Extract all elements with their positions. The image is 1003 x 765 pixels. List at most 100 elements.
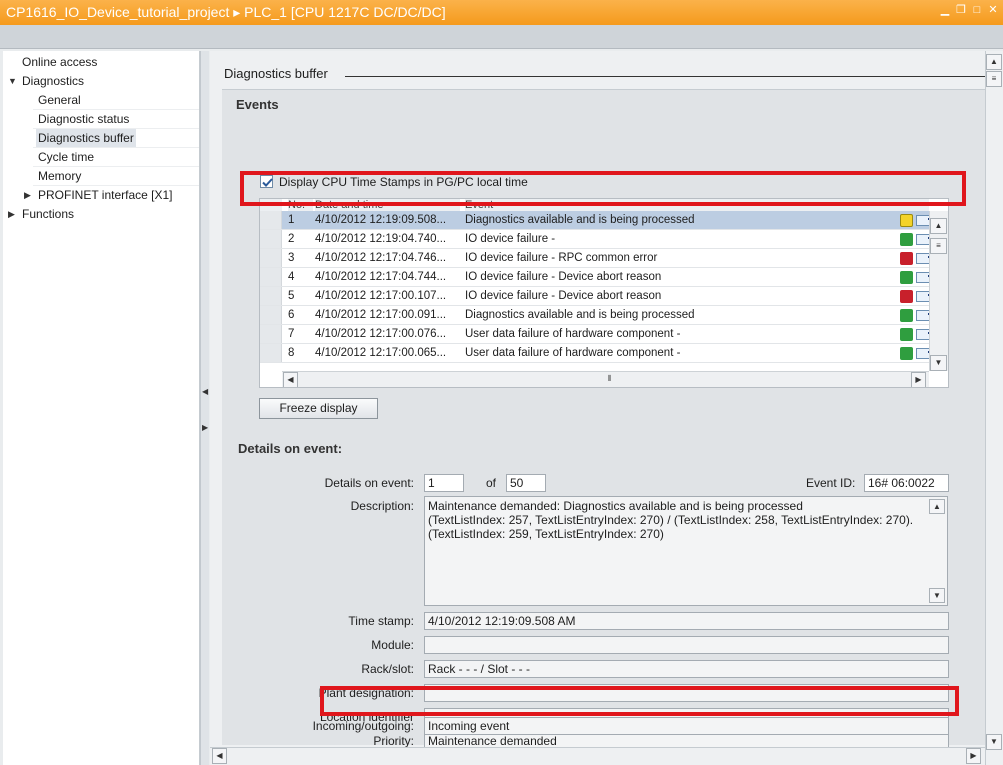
collapse-left-icon[interactable]: ◀ (202, 387, 208, 396)
event-index-field[interactable]: 1 (424, 474, 464, 492)
sidebar-item-label: Diagnostics buffer (38, 131, 134, 145)
cell-time: 4/10/2012 12:17:04.746... (315, 252, 447, 264)
sidebar-item-label: Memory (38, 169, 82, 183)
timestamp-label: Time stamp: (348, 614, 414, 628)
scroll-right-icon[interactable]: ▶ (911, 372, 926, 387)
close-icon[interactable]: ✕ (987, 4, 999, 16)
table-row[interactable]: 5 4/10/2012 12:17:00.107... IO device fa… (260, 287, 934, 306)
incoming-outgoing-field: Incoming event (424, 717, 949, 735)
sidebar-item-profinet-interface[interactable]: ▶ PROFINET interface [X1] (24, 186, 173, 204)
description-field: Maintenance demanded: Diagnostics availa… (424, 496, 948, 606)
cell-event: Diagnostics available and is being proce… (465, 309, 695, 321)
scroll-grip-icon[interactable]: ⦀ (602, 373, 617, 386)
row-gutter (260, 268, 282, 286)
cell-time: 4/10/2012 12:17:00.076... (315, 328, 447, 340)
sidebar-item-functions[interactable]: ▶ Functions (8, 205, 75, 223)
sidebar-item-label: Functions (22, 207, 75, 221)
sidebar: Online access ▼ Diagnostics General Diag… (3, 51, 200, 765)
message-icon (916, 348, 934, 359)
restore-icon[interactable]: ❐ (955, 4, 967, 16)
sidebar-item-diagnostics-buffer[interactable]: Diagnostics buffer (36, 129, 136, 147)
event-id-field: 16# 06:0022 (864, 474, 949, 492)
window-controls: ▁ ❐ □ ✕ (939, 4, 999, 16)
section-title-events: Events (236, 97, 279, 112)
column-header-event[interactable]: Event (465, 199, 929, 211)
divider (345, 76, 985, 77)
plant-designation-field (424, 684, 949, 702)
module-label: Module: (371, 638, 414, 652)
scroll-thumb[interactable]: ≡ (930, 238, 947, 254)
scroll-thumb[interactable]: ≡ (986, 71, 1002, 87)
table-horizontal-scrollbar[interactable]: ◀ ⦀ ▶ (282, 371, 929, 387)
cell-no: 5 (288, 290, 295, 302)
chevron-right-icon[interactable]: ▶ (8, 205, 15, 223)
cell-no: 7 (288, 328, 295, 340)
main-horizontal-scrollbar[interactable]: ◀ ▶ (210, 747, 985, 765)
chevron-right-icon[interactable]: ▶ (24, 186, 31, 204)
sidebar-item-label: Cycle time (38, 150, 95, 164)
scroll-left-icon[interactable]: ◀ (283, 372, 298, 387)
sidebar-item-general[interactable]: General (38, 91, 81, 109)
divider (33, 109, 199, 110)
description-label: Description: (350, 499, 414, 513)
panel-splitter[interactable]: ◀ ▶ (200, 51, 209, 765)
local-time-checkbox[interactable] (260, 175, 273, 188)
scroll-up-icon[interactable]: ▲ (930, 218, 947, 234)
scroll-right-icon[interactable]: ▶ (966, 748, 981, 764)
message-icon (916, 234, 934, 245)
row-gutter (260, 344, 282, 362)
table-row[interactable]: 6 4/10/2012 12:17:00.091... Diagnostics … (260, 306, 934, 325)
cell-event: IO device failure - (465, 233, 556, 245)
table-row[interactable]: 4 4/10/2012 12:17:04.744... IO device fa… (260, 268, 934, 287)
sidebar-item-diagnostic-status[interactable]: Diagnostic status (38, 110, 129, 128)
sidebar-item-diagnostics[interactable]: ▼ Diagnostics (8, 72, 84, 90)
ok-check-icon (900, 309, 913, 322)
sidebar-item-cycle-time[interactable]: Cycle time (38, 148, 94, 166)
cell-time: 4/10/2012 12:17:00.091... (315, 309, 447, 321)
freeze-display-button[interactable]: Freeze display (259, 398, 378, 419)
divider (33, 185, 199, 186)
minimize-icon[interactable]: ▁ (939, 4, 951, 16)
scroll-down-icon[interactable]: ▼ (930, 355, 947, 371)
table-row[interactable]: 7 4/10/2012 12:17:00.076... User data fa… (260, 325, 934, 344)
table-row[interactable]: 2 4/10/2012 12:19:04.740... IO device fa… (260, 230, 934, 249)
events-panel: Events Display CPU Time Stamps in PG/PC … (222, 89, 985, 750)
table-row[interactable]: 1 4/10/2012 12:19:09.508... Diagnostics … (260, 211, 934, 230)
column-header-date[interactable]: Date and time (315, 199, 460, 211)
maintenance-icon (900, 214, 913, 227)
error-icon (900, 290, 913, 303)
sidebar-item-memory[interactable]: Memory (38, 167, 81, 185)
scroll-up-icon[interactable]: ▲ (986, 54, 1002, 70)
scroll-down-icon[interactable]: ▼ (986, 734, 1002, 750)
sidebar-item-label: Online access (22, 55, 98, 69)
checkmark-icon (262, 178, 273, 187)
scroll-left-icon[interactable]: ◀ (212, 748, 227, 764)
cell-event: User data failure of hardware component … (465, 328, 681, 340)
cell-no: 4 (288, 271, 295, 283)
cell-event: IO device failure - Device abort reason (465, 290, 662, 302)
ok-check-icon (900, 347, 913, 360)
row-gutter (260, 287, 282, 305)
scroll-down-icon[interactable]: ▼ (929, 588, 945, 603)
title-bar: CP1616_IO_Device_tutorial_project ▸ PLC_… (0, 0, 1003, 25)
event-total-field: 50 (506, 474, 546, 492)
toolbar (0, 25, 1003, 49)
scroll-up-icon[interactable]: ▲ (929, 499, 945, 514)
maximize-icon[interactable]: □ (971, 4, 983, 16)
column-header-no[interactable]: No. (288, 199, 313, 211)
table-row[interactable]: 3 4/10/2012 12:17:04.746... IO device fa… (260, 249, 934, 268)
details-on-event-label: Details on event: (324, 476, 414, 490)
ok-check-icon (900, 328, 913, 341)
sidebar-item-label: General (38, 93, 81, 107)
table-vertical-scrollbar[interactable]: ▲ ≡ ▼ (929, 211, 948, 371)
chevron-down-icon[interactable]: ▼ (8, 72, 17, 90)
expand-right-icon[interactable]: ▶ (202, 423, 208, 432)
sidebar-item-online-access[interactable]: Online access (22, 53, 97, 71)
table-row[interactable]: 8 4/10/2012 12:17:00.065... User data fa… (260, 344, 934, 363)
cell-time: 4/10/2012 12:17:04.744... (315, 271, 447, 283)
row-gutter (260, 306, 282, 324)
main-vertical-scrollbar[interactable]: ▲ ≡ ▼ (985, 51, 1003, 765)
divider (33, 128, 199, 129)
cell-no: 6 (288, 309, 295, 321)
row-gutter (260, 325, 282, 343)
